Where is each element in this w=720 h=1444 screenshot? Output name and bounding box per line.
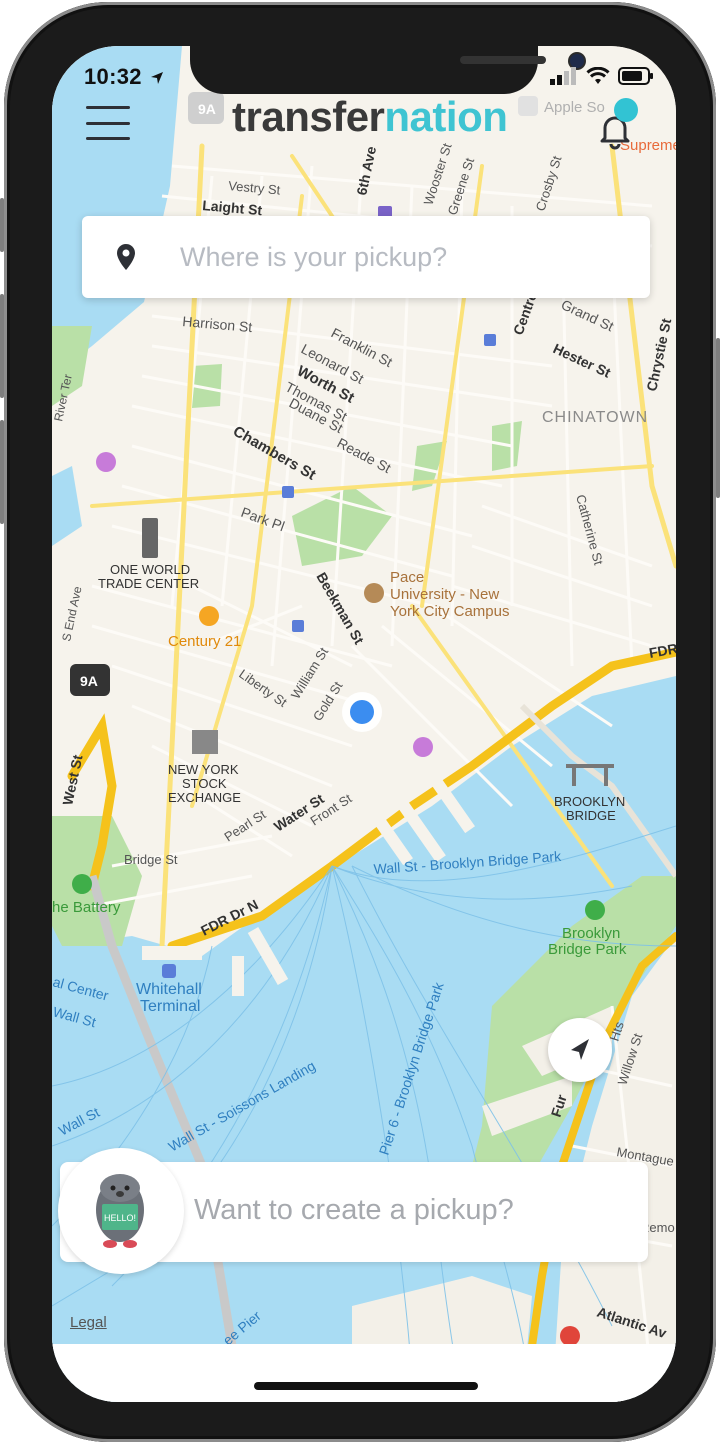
- location-arrow-icon: [151, 72, 164, 85]
- logo-part2: nation: [384, 93, 508, 140]
- label-nyse-1: NEW YORK: [168, 762, 239, 777]
- label-whitehall-1: Whitehall: [136, 981, 202, 998]
- label-brooklyn-bridge-2: BRIDGE: [566, 808, 616, 823]
- label-battery: he Battery: [52, 899, 121, 916]
- speaker: [460, 56, 546, 64]
- menu-line: [86, 106, 130, 109]
- label-one-world-1: ONE WORLD: [110, 562, 190, 577]
- label-apple-soho: Apple So: [544, 99, 605, 116]
- home-indicator[interactable]: [254, 1382, 478, 1390]
- volume-up-button: [0, 294, 4, 398]
- notch: [190, 46, 584, 94]
- label-pace-2: University - New: [390, 586, 499, 603]
- search-placeholder: Where is your pickup?: [180, 242, 448, 272]
- label-bridge: Bridge St: [124, 852, 178, 867]
- map-pin-icon: [117, 244, 135, 270]
- logo-part1: transfer: [232, 93, 385, 140]
- label-bb-park-2: Bridge Park: [548, 941, 627, 958]
- volume-down-button: [0, 420, 4, 524]
- label-pace-1: Pace: [390, 569, 424, 586]
- menu-line: [86, 121, 130, 125]
- cellular-signal-icon: [550, 67, 576, 85]
- label-bb-park-1: Brooklyn: [562, 925, 620, 942]
- mascot-illustration: HELLO!: [96, 1174, 144, 1248]
- user-location: [342, 692, 382, 732]
- time-text: 10:32: [84, 64, 142, 89]
- create-pickup-prompt: Want to create a pickup?: [194, 1194, 514, 1226]
- screen: Vestry St Laight St 6th Ave Wooster St G…: [52, 46, 676, 1402]
- label-one-world-2: TRADE CENTER: [98, 576, 199, 591]
- status-time: 10:32: [84, 64, 164, 90]
- notification-badge: [614, 98, 638, 122]
- legal-link[interactable]: Legal: [70, 1314, 107, 1331]
- status-icons: [550, 66, 654, 86]
- pickup-search-bar[interactable]: Where is your pickup?: [82, 216, 650, 298]
- mascot-hello-icon[interactable]: HELLO!: [58, 1148, 184, 1274]
- label-nyse-3: EXCHANGE: [168, 790, 241, 805]
- navigation-arrow-icon[interactable]: [548, 1018, 612, 1082]
- hamburger-menu-icon[interactable]: [86, 106, 130, 140]
- bottom-safe-area: [52, 1344, 676, 1402]
- label-chinatown: CHINATOWN: [542, 409, 648, 426]
- side-button: [716, 338, 720, 498]
- app-logo: transfernation: [232, 93, 508, 140]
- label-pace-3: York City Campus: [390, 603, 510, 620]
- phone-frame: Vestry St Laight St 6th Ave Wooster St G…: [0, 2, 720, 1442]
- label-hwy-9a: 9A: [80, 673, 98, 689]
- label-nyse-2: STOCK: [182, 776, 227, 791]
- label-brooklyn-bridge-1: BROOKLYN: [554, 794, 625, 809]
- mute-switch: [0, 198, 4, 252]
- label-whitehall-2: Terminal: [140, 998, 200, 1015]
- label-century21: Century 21: [168, 633, 241, 650]
- menu-line: [86, 137, 130, 140]
- label-hwy-9a-top: 9A: [198, 101, 216, 117]
- locate-arrow-glyph: [571, 1039, 589, 1060]
- battery-icon: [618, 67, 653, 85]
- wifi-icon: [586, 67, 610, 84]
- mascot-sign-text: HELLO!: [104, 1213, 136, 1223]
